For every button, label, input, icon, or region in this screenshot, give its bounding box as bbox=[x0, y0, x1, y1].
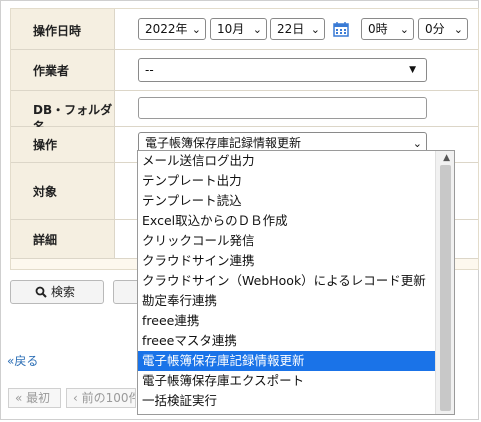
dropdown-option[interactable]: 電子帳簿保存庫エクスポート bbox=[138, 371, 435, 391]
dropdown-option[interactable]: 勘定奉行連携 bbox=[138, 291, 435, 311]
folder-label-cell: DB・フォルダ名 bbox=[11, 91, 115, 134]
folder-input[interactable] bbox=[138, 97, 427, 119]
month-value: 10月 bbox=[217, 22, 245, 36]
datetime-label-cell: 操作日時 bbox=[11, 9, 115, 49]
dropdown-option[interactable]: クラウドサイン（WebHook）によるレコード更新 bbox=[138, 271, 435, 291]
chevron-down-icon: ▼ bbox=[409, 65, 416, 75]
operator-select[interactable]: -- ▼ bbox=[138, 58, 427, 82]
chevron-down-icon: ⌄ bbox=[310, 23, 320, 36]
operator-row: 作業者 -- ▼ bbox=[11, 50, 478, 91]
hour-select[interactable]: 0時 ⌄ bbox=[361, 18, 414, 40]
dropdown-option[interactable]: メール送信ログ出力 bbox=[138, 151, 435, 171]
minute-select[interactable]: 0分 ⌄ bbox=[418, 18, 468, 40]
year-value: 2022年 bbox=[145, 22, 188, 36]
year-select[interactable]: 2022年 ⌄ bbox=[138, 18, 206, 40]
datetime-row: 操作日時 2022年 ⌄ 10月 ⌄ 22日 ⌄ 0時 ⌄ 0分 ⌄ bbox=[11, 9, 478, 50]
hour-value: 0時 bbox=[368, 22, 388, 36]
datetime-label: 操作日時 bbox=[33, 24, 82, 38]
folder-row: DB・フォルダ名 bbox=[11, 91, 478, 134]
dropdown-option[interactable]: クリックコール発信 bbox=[138, 231, 435, 251]
month-select[interactable]: 10月 ⌄ bbox=[210, 18, 267, 40]
search-button[interactable]: 検索 bbox=[10, 280, 104, 304]
folder-cell bbox=[115, 91, 478, 126]
operation-label-cell: 操作 bbox=[11, 127, 115, 162]
detail-label-cell: 詳細 bbox=[11, 220, 115, 258]
target-label-cell: 対象 bbox=[11, 163, 115, 219]
operation-label: 操作 bbox=[33, 138, 58, 152]
minute-value: 0分 bbox=[425, 22, 445, 36]
dropdown-option-selected[interactable]: 電子帳簿保存庫記録情報更新 bbox=[138, 351, 435, 371]
target-label: 対象 bbox=[33, 185, 58, 199]
dropdown-option[interactable]: Excel取込からのＤＢ作成 bbox=[138, 211, 435, 231]
chevron-down-icon: ⌄ bbox=[399, 23, 409, 36]
operator-value: -- bbox=[145, 63, 154, 77]
search-icon bbox=[35, 286, 47, 298]
datetime-cell: 2022年 ⌄ 10月 ⌄ 22日 ⌄ 0時 ⌄ 0分 ⌄ bbox=[115, 9, 478, 49]
dropdown-option[interactable]: テンプレート出力 bbox=[138, 171, 435, 191]
day-value: 22日 bbox=[277, 22, 305, 36]
dropdown-option[interactable]: freee連携 bbox=[138, 311, 435, 331]
dropdown-option[interactable]: テンプレート読込 bbox=[138, 191, 435, 211]
operator-label-cell: 作業者 bbox=[11, 50, 115, 90]
chevron-down-icon: ⌄ bbox=[191, 23, 201, 36]
pager-first-button[interactable]: « 最初 bbox=[8, 388, 61, 408]
dropdown-option[interactable]: 一括検証実行 bbox=[138, 391, 435, 411]
pager-prev-button[interactable]: ‹ 前の100件 bbox=[66, 388, 136, 408]
scroll-up-icon[interactable]: ▲ bbox=[443, 153, 450, 163]
scrollbar-thumb[interactable] bbox=[440, 165, 451, 411]
detail-label: 詳細 bbox=[33, 233, 58, 247]
operation-value: 電子帳簿保存庫記録情報更新 bbox=[145, 136, 302, 150]
calendar-icon[interactable] bbox=[333, 21, 349, 37]
back-link[interactable]: «戻る bbox=[7, 352, 38, 369]
chevron-down-icon: ⌄ bbox=[453, 23, 463, 36]
day-select[interactable]: 22日 ⌄ bbox=[270, 18, 325, 40]
dropdown-option[interactable]: クラウドサイン連携 bbox=[138, 251, 435, 271]
chevron-down-icon: ⌄ bbox=[252, 23, 262, 36]
operation-dropdown-list[interactable]: メール送信ログ出力 テンプレート出力 テンプレート読込 Excel取込からのＤＢ… bbox=[137, 150, 455, 415]
search-button-label: 検索 bbox=[51, 285, 76, 299]
operator-label: 作業者 bbox=[33, 64, 70, 78]
operator-cell: -- ▼ bbox=[115, 50, 478, 90]
dropdown-scrollbar[interactable]: ▲ bbox=[435, 151, 454, 414]
dropdown-option[interactable]: freeeマスタ連携 bbox=[138, 331, 435, 351]
